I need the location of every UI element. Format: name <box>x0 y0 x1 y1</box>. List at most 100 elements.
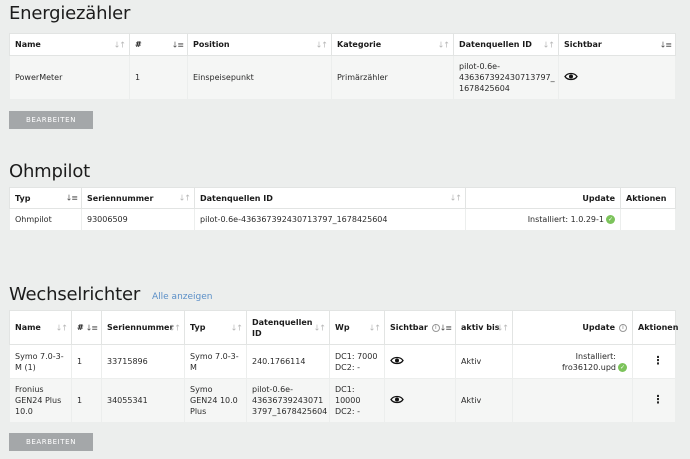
wp-line: DC2: - <box>335 362 360 372</box>
typ-line: Plus <box>190 407 207 416</box>
sort-icon[interactable]: ↓↑ <box>314 322 326 333</box>
name-line: Fronius <box>15 385 44 394</box>
check-circle-icon: ✓ <box>618 362 627 372</box>
sort-asc-icon[interactable]: ↓≡ <box>66 193 78 204</box>
id-line: 43636739243071 <box>252 396 324 405</box>
typ-line: M <box>190 362 197 372</box>
sort-icon[interactable]: ↓↑ <box>179 193 191 204</box>
col-header-number[interactable]: # ↓≡ <box>129 33 188 56</box>
sort-icon[interactable]: ↓↑ <box>316 39 328 50</box>
energiezaehler-table: Name ↓↑ # ↓≡ Position ↓↑ Kategorie ↓↑ Datenq… <box>9 33 676 100</box>
ohmpilot-title: Ohmpilot <box>9 161 91 182</box>
sort-desc-icon[interactable]: ↓≡ <box>440 322 452 333</box>
name-line: Symo 7.0-3- <box>15 351 64 361</box>
cell-number: 1 <box>71 378 102 423</box>
cell-name: Fronius GEN24 Plus 10.0 <box>9 378 72 423</box>
energiezaehler-edit-button[interactable]: BEARBEITEN <box>9 111 93 129</box>
sort-icon[interactable]: ↓↑ <box>169 322 181 333</box>
cell-seriennummer: 34055341 <box>101 378 185 423</box>
more-vertical-icon[interactable]: ⋮ <box>653 394 664 405</box>
eye-icon[interactable] <box>390 395 404 407</box>
cell-name: Symo 7.0-3- M (1) <box>9 344 72 379</box>
cell-sichtbar <box>384 344 456 379</box>
cell-sichtbar <box>558 55 676 100</box>
col-header-sichtbar[interactable]: Sichtbar i ↓≡ <box>384 310 456 345</box>
sort-asc-icon[interactable]: ↓≡ <box>86 322 98 333</box>
show-all-link[interactable]: Alle anzeigen <box>152 292 213 302</box>
sort-icon[interactable]: ↓↑ <box>543 39 555 50</box>
col-header-typ[interactable]: Typ ↓≡ <box>9 187 82 209</box>
col-label: Wp <box>335 323 350 332</box>
col-label: Seriennummer <box>87 193 154 203</box>
col-header-number[interactable]: # ↓≡ <box>71 310 102 345</box>
cell-aktionen: ⋮ <box>632 344 676 379</box>
sort-icon[interactable]: ↓↑ <box>56 322 68 333</box>
id-line: 436367392430713797_ <box>459 73 555 82</box>
col-label: Name <box>15 323 41 332</box>
cell-sichtbar <box>384 378 456 423</box>
table-row: PowerMeter 1 Einspeisepunkt Primärzähler… <box>9 55 676 100</box>
col-header-update: Update i <box>512 310 633 345</box>
table-row: Fronius GEN24 Plus 10.0 1 34055341 Symo GEN… <box>9 378 676 423</box>
cell-position: Einspeisepunkt <box>187 55 332 100</box>
col-header-name[interactable]: Name ↓↑ <box>9 310 72 345</box>
name-line: 10.0 <box>15 407 33 416</box>
col-header-seriennummer[interactable]: Seriennummer ↓↑ <box>101 310 185 345</box>
sort-icon[interactable]: ↓↑ <box>497 322 509 333</box>
update-text: fro36120.upd <box>561 362 616 372</box>
table-row: Symo 7.0-3- M (1) 1 33715896 Symo 7.0-3- M… <box>9 344 676 379</box>
cell-typ: Ohmpilot <box>9 208 82 231</box>
info-icon[interactable]: i <box>619 323 627 332</box>
col-header-datenquellen-id[interactable]: Datenquellen ID ↓↑ <box>194 187 466 209</box>
col-header-name[interactable]: Name ↓↑ <box>9 33 130 56</box>
col-header-kategorie[interactable]: Kategorie ↓↑ <box>331 33 454 56</box>
col-header-typ[interactable]: Typ ↓↑ <box>184 310 247 345</box>
cell-aktionen: ⋮ <box>632 378 676 423</box>
name-line: M (1) <box>15 362 36 372</box>
cell-aktionen <box>620 208 676 231</box>
wechselrichter-table: Name ↓↑ # ↓≡ Seriennummer ↓↑ Typ ↓↑ Datenque… <box>9 310 678 423</box>
id-line: 1678425604 <box>459 84 510 93</box>
col-header-datenquellen-id[interactable]: Datenquellen ID ↓↑ <box>453 33 559 56</box>
eye-icon[interactable] <box>564 72 578 84</box>
update-text: Installiert: 1.0.29-1 <box>527 215 604 224</box>
col-header-aktionen: Aktionen <box>620 187 676 209</box>
col-header-datenquellen-id[interactable]: Datenquellen ID ↓↑ <box>246 310 330 345</box>
cell-update: Installiert: fro36120.upd ✓ <box>512 344 633 379</box>
sort-icon[interactable]: ↓↑ <box>438 39 450 50</box>
ohmpilot-table: Typ ↓≡ Seriennummer ↓↑ Datenquellen ID ↓↑ U… <box>9 187 676 231</box>
sort-desc-icon[interactable]: ↓≡ <box>660 39 672 50</box>
more-vertical-icon[interactable]: ⋮ <box>653 355 664 366</box>
col-label: # <box>135 40 142 49</box>
sort-icon[interactable]: ↓↑ <box>369 322 381 333</box>
wechselrichter-title: Wechselrichter <box>9 284 141 305</box>
eye-icon[interactable] <box>390 356 404 368</box>
wp-line: DC1: 7000 <box>335 351 378 361</box>
col-header-wp[interactable]: Wp ↓↑ <box>329 310 385 345</box>
col-label: Update <box>582 193 615 203</box>
cell-typ: Symo GEN24 10.0 Plus <box>184 378 247 423</box>
table-row: Ohmpilot 93006509 pilot-0.6e-43636739243… <box>9 208 676 231</box>
update-line: fro36120.upd ✓ <box>518 362 627 373</box>
wechselrichter-edit-button[interactable]: BEARBEITEN <box>9 433 93 451</box>
sort-icon[interactable]: ↓↑ <box>231 322 243 333</box>
col-label: Sichtbar <box>564 40 602 49</box>
check-circle-icon: ✓ <box>606 215 615 224</box>
col-header-sichtbar[interactable]: Sichtbar ↓≡ <box>558 33 676 56</box>
col-label: Datenquellen ID <box>459 40 532 49</box>
sort-icon[interactable]: ↓↑ <box>450 193 462 204</box>
col-header-seriennummer[interactable]: Seriennummer ↓↑ <box>81 187 195 209</box>
col-header-position[interactable]: Position ↓↑ <box>187 33 332 56</box>
sort-asc-icon[interactable]: ↓≡ <box>172 39 184 50</box>
cell-wp: DC1: 7000 DC2: - <box>329 344 385 379</box>
col-label: Aktionen <box>626 193 667 203</box>
cell-aktiv-bis: Aktiv <box>455 378 513 423</box>
cell-update <box>512 378 633 423</box>
cell-name: PowerMeter <box>9 55 130 100</box>
typ-line: Symo <box>190 385 213 394</box>
col-label: Typ <box>15 193 31 203</box>
col-header-aktiv-bis[interactable]: aktiv bis ↓↑ <box>455 310 513 345</box>
cell-update: Installiert: 1.0.29-1 ✓ <box>465 208 621 231</box>
sort-icon[interactable]: ↓↑ <box>114 39 126 50</box>
col-header-aktionen: Aktionen <box>632 310 678 345</box>
